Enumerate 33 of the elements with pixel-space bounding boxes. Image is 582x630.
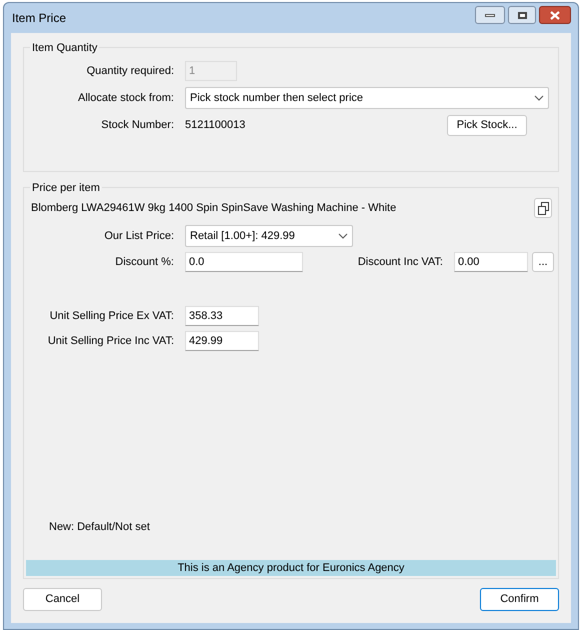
dropdown[interactable]: Pick stock number then select price bbox=[185, 87, 549, 109]
product-name: Blomberg LWA29461W 9kg 1400 Spin SpinSave Washing Machine - White bbox=[31, 200, 396, 216]
dropdown[interactable]: Retail [1.00+]: 429.99 bbox=[185, 225, 353, 247]
field-label: Our List Price: bbox=[103, 228, 174, 244]
field-label: Unit Selling Price Inc VAT: bbox=[46, 334, 174, 349]
field-label: Stock Number: bbox=[100, 118, 174, 134]
chevron-down-icon bbox=[534, 95, 544, 101]
field-label: Discount Inc VAT: bbox=[358, 254, 443, 270]
field-label: Quantity required: bbox=[86, 64, 174, 79]
copy-icon bbox=[538, 202, 548, 214]
dialog-button[interactable]: Confirm bbox=[480, 588, 559, 611]
close-button[interactable] bbox=[539, 6, 571, 24]
status-note: New: Default/Not set bbox=[48, 520, 151, 534]
stock-number: 5121100013 bbox=[185, 118, 246, 134]
copy-button[interactable] bbox=[534, 198, 552, 218]
field-label: Unit Selling Price Ex VAT: bbox=[48, 308, 174, 324]
group-legend: Price per item bbox=[30, 180, 102, 196]
dialog-button[interactable]: Cancel bbox=[23, 588, 102, 611]
chevron-down-icon bbox=[338, 233, 348, 239]
window-title: Item Price bbox=[12, 10, 66, 27]
field-label: Allocate stock from: bbox=[77, 90, 174, 106]
agency-banner: This is an Agency product for Euronics Agency bbox=[26, 560, 556, 576]
text-field[interactable]: 429.99 bbox=[185, 331, 259, 351]
field-label: Discount %: bbox=[114, 254, 174, 270]
pick-stock-button[interactable]: Pick Stock... bbox=[447, 115, 527, 136]
minimize-button[interactable] bbox=[475, 6, 505, 24]
more-button[interactable]: ... bbox=[532, 252, 554, 272]
group-legend: Item Quantity bbox=[30, 40, 100, 56]
text-field[interactable]: 0.0 bbox=[185, 252, 303, 272]
close-icon bbox=[550, 10, 560, 20]
text-field[interactable]: 0.00 bbox=[454, 252, 528, 272]
text-field[interactable]: 358.33 bbox=[185, 306, 259, 326]
maximize-button[interactable] bbox=[508, 6, 536, 24]
